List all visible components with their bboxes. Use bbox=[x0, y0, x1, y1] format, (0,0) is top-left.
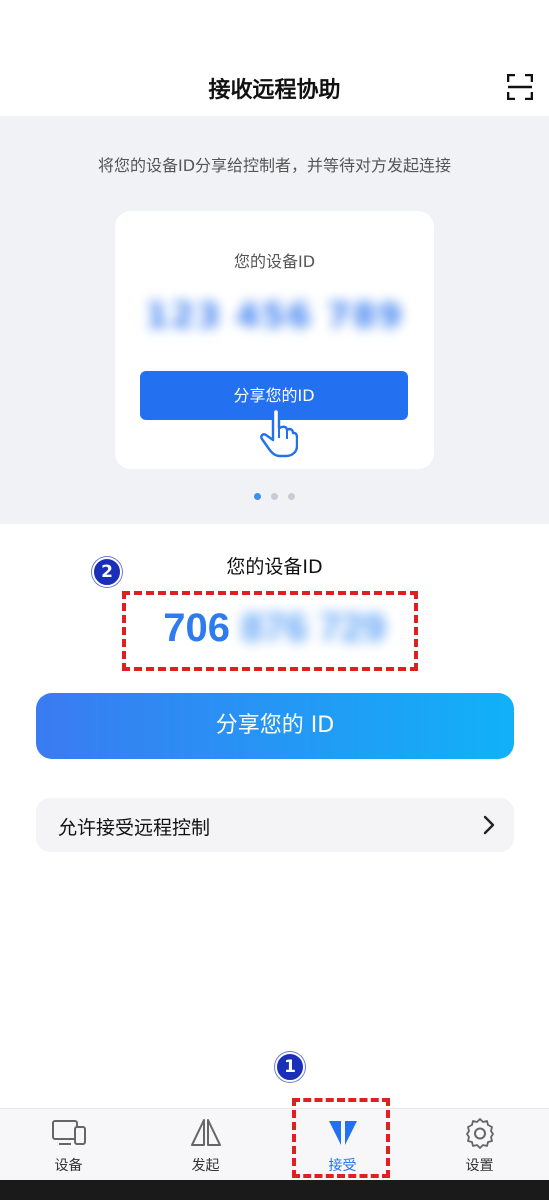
pager-dot-3[interactable] bbox=[288, 493, 295, 500]
guide-instruction: 将您的设备ID分享给控制者，并等待对方发起连接 bbox=[97, 156, 452, 175]
top-bar: 接收远程协助 bbox=[0, 0, 549, 116]
annotation-highlight-id bbox=[122, 591, 418, 671]
pointer-hand-icon bbox=[258, 406, 298, 458]
share-id-button[interactable]: 分享您的 ID bbox=[36, 693, 514, 759]
bottom-tab-bar: 设备 发起 接受 设置 bbox=[0, 1108, 549, 1180]
tab-settings[interactable]: 设置 bbox=[411, 1109, 548, 1181]
page-title: 接收远程协助 bbox=[208, 78, 341, 103]
tab-initiate[interactable]: 发起 bbox=[137, 1109, 274, 1181]
guide-card-id: 123 456 789 bbox=[145, 296, 404, 336]
annotation-highlight-tab bbox=[292, 1098, 390, 1178]
guide-card-label: 您的设备ID bbox=[233, 252, 316, 271]
pager-dot-2[interactable] bbox=[271, 493, 278, 500]
tab-settings-label: 设置 bbox=[465, 1158, 494, 1174]
chevron-right-icon bbox=[482, 814, 496, 836]
guide-carousel[interactable]: 将您的设备ID分享给控制者，并等待对方发起连接 您的设备ID 123 456 7… bbox=[0, 116, 549, 524]
gear-icon bbox=[462, 1117, 498, 1149]
guide-card: 您的设备ID 123 456 789 分享您的ID bbox=[115, 211, 434, 469]
scan-icon[interactable] bbox=[507, 74, 533, 100]
allow-remote-control-label: 允许接受远程控制 bbox=[58, 817, 211, 839]
tab-initiate-label: 发起 bbox=[191, 1158, 220, 1174]
tab-devices-label: 设备 bbox=[54, 1158, 83, 1174]
annotation-badge-2: 2 bbox=[92, 557, 122, 587]
initiate-icon bbox=[188, 1117, 224, 1149]
carousel-pager bbox=[0, 493, 549, 500]
allow-remote-control-row[interactable]: 允许接受远程控制 bbox=[36, 798, 514, 852]
devices-icon bbox=[51, 1117, 87, 1149]
pager-dot-1[interactable] bbox=[254, 493, 261, 500]
device-id-label: 您的设备ID bbox=[226, 556, 323, 578]
system-nav-bar bbox=[0, 1180, 549, 1200]
annotation-badge-1: 1 bbox=[275, 1052, 305, 1082]
tab-devices[interactable]: 设备 bbox=[0, 1109, 137, 1181]
